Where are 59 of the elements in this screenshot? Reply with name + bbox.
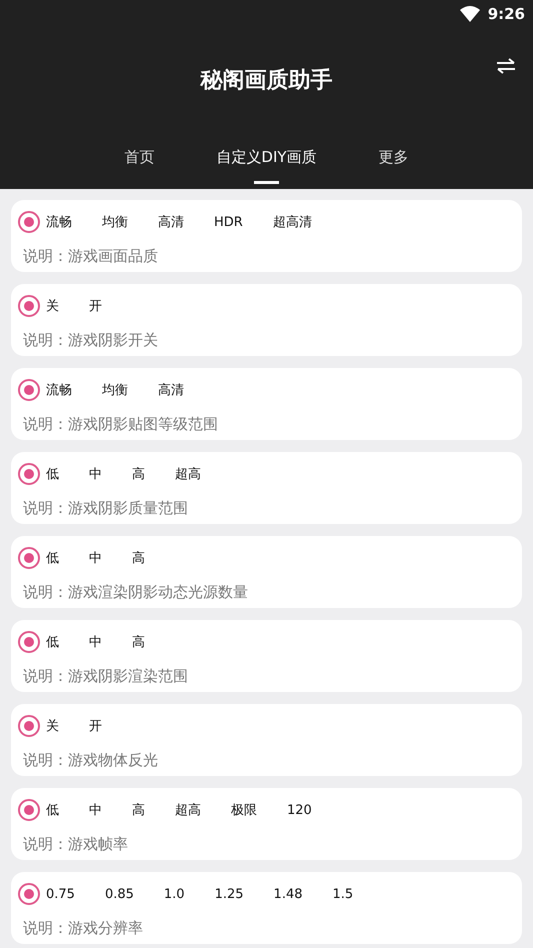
radio-button[interactable] bbox=[18, 379, 40, 401]
option-label[interactable]: 高 bbox=[132, 633, 145, 651]
status-time: 9:26 bbox=[488, 5, 525, 23]
tab[interactable]: 首页 bbox=[124, 128, 154, 184]
option-label[interactable]: 流畅 bbox=[46, 213, 72, 231]
radio-button[interactable] bbox=[18, 715, 40, 737]
radio-button[interactable] bbox=[18, 463, 40, 485]
option-label[interactable]: 120 bbox=[287, 802, 312, 818]
tab[interactable]: 更多 bbox=[378, 128, 409, 184]
option-label[interactable]: 高 bbox=[132, 801, 145, 819]
option-label[interactable]: 开 bbox=[89, 717, 102, 735]
radio-button[interactable] bbox=[18, 295, 40, 317]
option-label[interactable]: 均衡 bbox=[102, 381, 128, 399]
radio-button[interactable] bbox=[18, 799, 40, 821]
option-label[interactable]: 0.85 bbox=[104, 886, 134, 902]
swap-icon[interactable] bbox=[496, 58, 516, 74]
option-label[interactable]: 低 bbox=[46, 465, 59, 483]
option-label[interactable]: 0.75 bbox=[46, 886, 75, 902]
option-label[interactable]: 1.25 bbox=[214, 886, 244, 902]
wifi-icon bbox=[460, 6, 480, 22]
option-label[interactable]: 中 bbox=[89, 801, 102, 819]
radio-button[interactable] bbox=[18, 883, 40, 905]
option-label[interactable]: 中 bbox=[89, 549, 102, 567]
option-label[interactable]: 中 bbox=[89, 465, 102, 483]
tab[interactable]: 自定义DIY画质 bbox=[216, 128, 317, 184]
description-text: 说明：游戏物体反光 bbox=[22, 751, 159, 770]
description-text: 说明：游戏画面品质 bbox=[22, 247, 159, 266]
option-label[interactable]: 低 bbox=[46, 633, 59, 651]
option-label[interactable]: 1.48 bbox=[274, 886, 302, 902]
option-label[interactable]: 超高清 bbox=[272, 213, 312, 231]
option-label[interactable]: 超高 bbox=[175, 465, 201, 483]
app-title: 秘阁画质助手 bbox=[200, 67, 332, 95]
radio-button[interactable] bbox=[18, 211, 40, 233]
option-label[interactable]: 关 bbox=[46, 297, 59, 315]
option-label[interactable]: 1.5 bbox=[332, 886, 354, 902]
option-label[interactable]: 高 bbox=[132, 549, 145, 567]
option-label[interactable]: 开 bbox=[89, 297, 102, 315]
option-label[interactable]: 低 bbox=[46, 549, 59, 567]
option-label[interactable]: 高清 bbox=[158, 381, 184, 399]
option-label[interactable]: 关 bbox=[46, 717, 59, 735]
description-text: 说明：游戏阴影质量范围 bbox=[22, 499, 189, 518]
option-label[interactable]: HDR bbox=[214, 214, 243, 230]
description-text: 说明：游戏渲染阴影动态光源数量 bbox=[22, 583, 249, 602]
option-label[interactable]: 高清 bbox=[158, 213, 184, 231]
option-label[interactable]: 高 bbox=[132, 465, 145, 483]
description-text: 说明：游戏阴影开关 bbox=[22, 331, 159, 350]
description-text: 说明：游戏阴影贴图等级范围 bbox=[22, 415, 219, 434]
option-label[interactable]: 1.0 bbox=[164, 886, 185, 902]
description-text: 说明：游戏阴影渲染范围 bbox=[22, 667, 189, 686]
option-label[interactable]: 中 bbox=[89, 633, 102, 651]
radio-button[interactable] bbox=[18, 631, 40, 653]
description-text: 说明：游戏帧率 bbox=[22, 835, 129, 854]
option-label[interactable]: 均衡 bbox=[102, 213, 128, 231]
option-label[interactable]: 超高 bbox=[175, 801, 201, 819]
option-label[interactable]: 极限 bbox=[231, 801, 257, 819]
option-label[interactable]: 流畅 bbox=[46, 381, 72, 399]
option-label[interactable]: 低 bbox=[46, 801, 59, 819]
radio-button[interactable] bbox=[18, 547, 40, 569]
description-text: 说明：游戏分辨率 bbox=[22, 919, 144, 938]
